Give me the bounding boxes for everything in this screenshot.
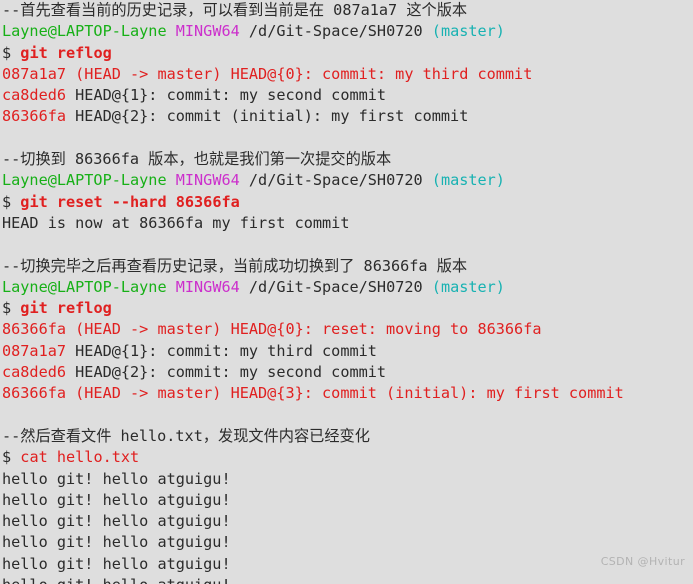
prompt-line-3: Layne@LAPTOP-Layne MINGW64 /d/Git-Space/… bbox=[0, 277, 693, 298]
comment-line-1: --首先查看当前的历史记录，可以看到当前是在 087a1a7 这个版本 bbox=[0, 0, 693, 21]
output-reflog2-row-1: 86366fa (HEAD -> master) HEAD@{0}: reset… bbox=[0, 319, 693, 340]
file-text: hello git! hello atguigu! bbox=[2, 576, 231, 584]
commit-hash-ca8ded6: ca8ded6 bbox=[2, 86, 67, 105]
file-content-line: hello git! hello atguigu! bbox=[0, 532, 693, 553]
output-reset-head: HEAD is now at 86366fa my first commit bbox=[0, 213, 693, 234]
comment-line-4: --然后查看文件 hello.txt，发现文件内容已经变化 bbox=[0, 426, 693, 447]
command-line-1[interactable]: $ git reflog bbox=[0, 43, 693, 64]
prompt-branch: (master) bbox=[431, 171, 505, 190]
output-reflog-row-1: 087a1a7 (HEAD -> master) HEAD@{0}: commi… bbox=[0, 64, 693, 85]
prompt-shell: MINGW64 bbox=[175, 277, 240, 296]
prompt-branch: (master) bbox=[431, 277, 505, 296]
prompt-dollar: $ bbox=[2, 448, 21, 467]
file-text: hello git! hello atguigu! bbox=[2, 554, 231, 573]
reset-output-text: HEAD is now at 86366fa my first commit bbox=[2, 213, 350, 232]
commit-desc-6: HEAD@{2}: commit: my second commit bbox=[66, 363, 387, 382]
comment-text-4: --然后查看文件 hello.txt，发现文件内容已经变化 bbox=[2, 426, 370, 445]
commit-hash-86366fa: 86366fa bbox=[2, 107, 67, 126]
comment-text-3: --切换完毕之后再查看历史记录，当前成功切换到了 86366fa 版本 bbox=[2, 256, 468, 275]
file-content-line: hello git! hello atguigu! bbox=[0, 554, 693, 575]
command-text-cat: cat hello.txt bbox=[20, 448, 140, 467]
commit-desc-3: HEAD@{2}: commit (initial): my first com… bbox=[66, 107, 469, 126]
commit-desc-2: HEAD@{1}: commit: my second commit bbox=[66, 86, 387, 105]
prompt-user-host: Layne@LAPTOP-Layne bbox=[2, 277, 167, 296]
prompt-dollar: $ bbox=[2, 299, 21, 318]
prompt-dollar: $ bbox=[2, 192, 21, 211]
prompt-path: /d/Git-Space/SH0720 bbox=[239, 171, 432, 190]
prompt-branch: (master) bbox=[431, 22, 505, 41]
prompt-user-host: Layne@LAPTOP-Layne bbox=[2, 22, 167, 41]
prompt-dollar: $ bbox=[2, 43, 21, 62]
comment-line-2: --切换到 86366fa 版本，也就是我们第一次提交的版本 bbox=[0, 149, 693, 170]
output-reflog2-row-4: 86366fa (HEAD -> master) HEAD@{3}: commi… bbox=[0, 383, 693, 404]
command-text-git-reflog-1: git reflog bbox=[20, 43, 112, 62]
prompt-line-2: Layne@LAPTOP-Layne MINGW64 /d/Git-Space/… bbox=[0, 170, 693, 191]
output-reflog-row-2: ca8ded6 HEAD@{1}: commit: my second comm… bbox=[0, 85, 693, 106]
prompt-path: /d/Git-Space/SH0720 bbox=[239, 22, 432, 41]
watermark: CSDN @Hvitur bbox=[600, 555, 685, 568]
file-content-line: hello git! hello atguigu! bbox=[0, 490, 693, 511]
comment-text-1: --首先查看当前的历史记录，可以看到当前是在 087a1a7 这个版本 bbox=[2, 1, 468, 19]
output-reflog2-row-2: 087a1a7 HEAD@{1}: commit: my third commi… bbox=[0, 341, 693, 362]
file-text: hello git! hello atguigu! bbox=[2, 533, 231, 552]
comment-line-3: --切换完毕之后再查看历史记录，当前成功切换到了 86366fa 版本 bbox=[0, 256, 693, 277]
output-reflog-row-3: 86366fa HEAD@{2}: commit (initial): my f… bbox=[0, 106, 693, 127]
commit-hash-087a1a7: 087a1a7 bbox=[2, 64, 67, 83]
commit-desc-5: HEAD@{1}: commit: my third commit bbox=[66, 341, 377, 360]
file-content-line: hello git! hello atguigu! bbox=[0, 575, 693, 584]
prompt-line-1: Layne@LAPTOP-Layne MINGW64 /d/Git-Space/… bbox=[0, 21, 693, 42]
prompt-user-host: Layne@LAPTOP-Layne bbox=[2, 171, 167, 190]
reflog2-head-entry: 86366fa (HEAD -> master) HEAD@{0}: reset… bbox=[2, 320, 542, 339]
file-text: hello git! hello atguigu! bbox=[2, 512, 231, 531]
command-text-git-reset: git reset --hard 86366fa bbox=[20, 192, 240, 211]
command-line-4[interactable]: $ cat hello.txt bbox=[0, 447, 693, 468]
output-reflog2-row-3: ca8ded6 HEAD@{2}: commit: my second comm… bbox=[0, 362, 693, 383]
file-text: hello git! hello atguigu! bbox=[2, 469, 231, 488]
prompt-shell: MINGW64 bbox=[175, 22, 240, 41]
command-line-3[interactable]: $ git reflog bbox=[0, 298, 693, 319]
command-line-2[interactable]: $ git reset --hard 86366fa bbox=[0, 192, 693, 213]
reflog2-initial-entry: 86366fa (HEAD -> master) HEAD@{3}: commi… bbox=[2, 384, 624, 403]
file-content-line: hello git! hello atguigu! bbox=[0, 511, 693, 532]
commit-hash-ca8ded6: ca8ded6 bbox=[2, 363, 67, 382]
commit-hash-087a1a7: 087a1a7 bbox=[2, 341, 67, 360]
commit-desc-1: (HEAD -> master) HEAD@{0}: commit: my th… bbox=[66, 64, 533, 83]
file-text: hello git! hello atguigu! bbox=[2, 490, 231, 509]
comment-text-2: --切换到 86366fa 版本，也就是我们第一次提交的版本 bbox=[2, 150, 392, 169]
terminal-window[interactable]: --首先查看当前的历史记录，可以看到当前是在 087a1a7 这个版本 Layn… bbox=[0, 0, 693, 584]
prompt-shell: MINGW64 bbox=[175, 171, 240, 190]
file-content-line: hello git! hello atguigu! bbox=[0, 469, 693, 490]
command-text-git-reflog-2: git reflog bbox=[20, 299, 112, 318]
prompt-path: /d/Git-Space/SH0720 bbox=[239, 277, 432, 296]
